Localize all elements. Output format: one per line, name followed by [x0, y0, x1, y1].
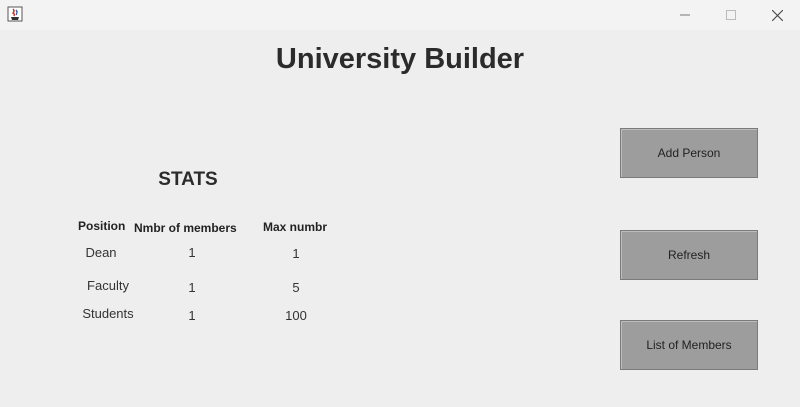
close-icon — [771, 9, 783, 21]
minimize-button[interactable] — [662, 0, 708, 30]
close-button[interactable] — [754, 0, 800, 30]
header-max: Max numbr — [263, 220, 328, 234]
title-bar — [0, 0, 800, 30]
row-max-dean: 1 — [292, 246, 300, 261]
minimize-icon — [680, 10, 690, 20]
row-members-students: 1 — [188, 308, 196, 323]
row-max-students: 100 — [285, 308, 307, 323]
row-position-faculty: Faculty — [87, 278, 129, 293]
page-title: University Builder — [275, 43, 525, 75]
maximize-button[interactable] — [708, 0, 754, 30]
java-cup-icon — [7, 6, 23, 22]
list-of-members-button[interactable]: List of Members — [620, 320, 758, 370]
row-position-students: Students — [82, 306, 134, 321]
row-members-dean: 1 — [188, 245, 196, 260]
refresh-button[interactable]: Refresh — [620, 230, 758, 280]
header-members: Nmbr of members — [134, 221, 237, 235]
row-max-faculty: 5 — [292, 280, 300, 295]
row-position-dean: Dean — [85, 245, 117, 260]
maximize-icon — [726, 10, 736, 20]
header-position: Position — [78, 219, 126, 233]
main-panel: University Builder STATS Position Nmbr o… — [0, 30, 800, 407]
stats-heading: STATS — [158, 169, 218, 190]
add-person-button[interactable]: Add Person — [620, 128, 758, 178]
row-members-faculty: 1 — [188, 280, 196, 295]
